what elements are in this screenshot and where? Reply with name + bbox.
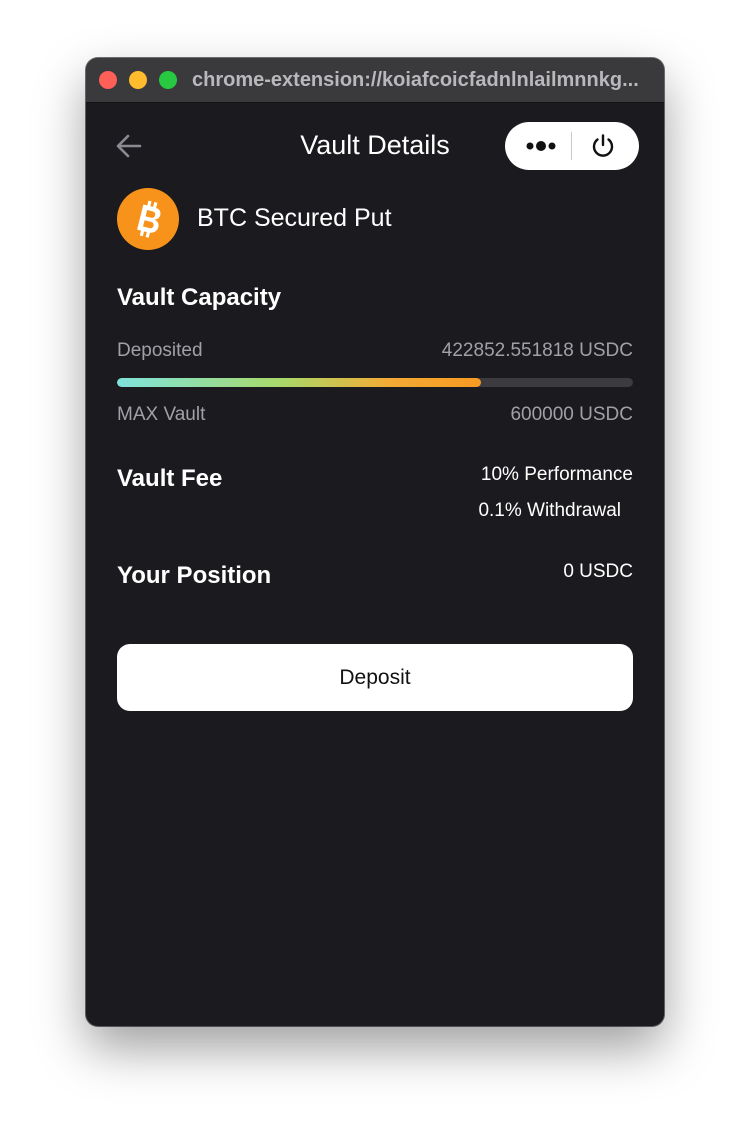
bitcoin-icon xyxy=(117,188,179,250)
vault-capacity-title: Vault Capacity xyxy=(117,284,282,311)
more-options-button[interactable] xyxy=(521,122,569,170)
power-icon xyxy=(592,134,614,157)
deposited-label: Deposited xyxy=(117,340,203,361)
window-titlebar: chrome-extension://koiafcoicfadnlnlailmn… xyxy=(86,58,664,103)
pill-divider xyxy=(571,132,572,160)
performance-fee: 10% Performance xyxy=(480,464,633,485)
minimize-window-button[interactable] xyxy=(129,71,147,89)
your-position-title: Your Position xyxy=(117,562,272,589)
capacity-progress-bar xyxy=(117,378,633,387)
max-vault-value: 600000 USDC xyxy=(510,404,633,425)
max-vault-label: MAX Vault xyxy=(117,404,206,425)
deposited-value: 422852.551818 USDC xyxy=(441,340,633,361)
power-button[interactable] xyxy=(589,132,617,160)
capacity-progress-fill xyxy=(117,378,481,387)
withdrawal-fee: 0.1% Withdrawal xyxy=(478,500,621,521)
maximize-window-button[interactable] xyxy=(159,71,177,89)
position-value: 0 USDC xyxy=(563,561,633,582)
extension-window: chrome-extension://koiafcoicfadnlnlailmn… xyxy=(86,58,664,1026)
vault-fee-title: Vault Fee xyxy=(117,465,223,492)
close-window-button[interactable] xyxy=(99,71,117,89)
page-header: Vault Details xyxy=(86,102,664,190)
vault-name: BTC Secured Put xyxy=(197,204,392,232)
deposit-button[interactable]: Deposit xyxy=(117,644,633,711)
more-dots-icon xyxy=(526,141,556,151)
window-url: chrome-extension://koiafcoicfadnlnlailmn… xyxy=(192,69,639,91)
header-actions-pill xyxy=(505,122,639,170)
vault-asset: BTC Secured Put xyxy=(117,188,617,250)
